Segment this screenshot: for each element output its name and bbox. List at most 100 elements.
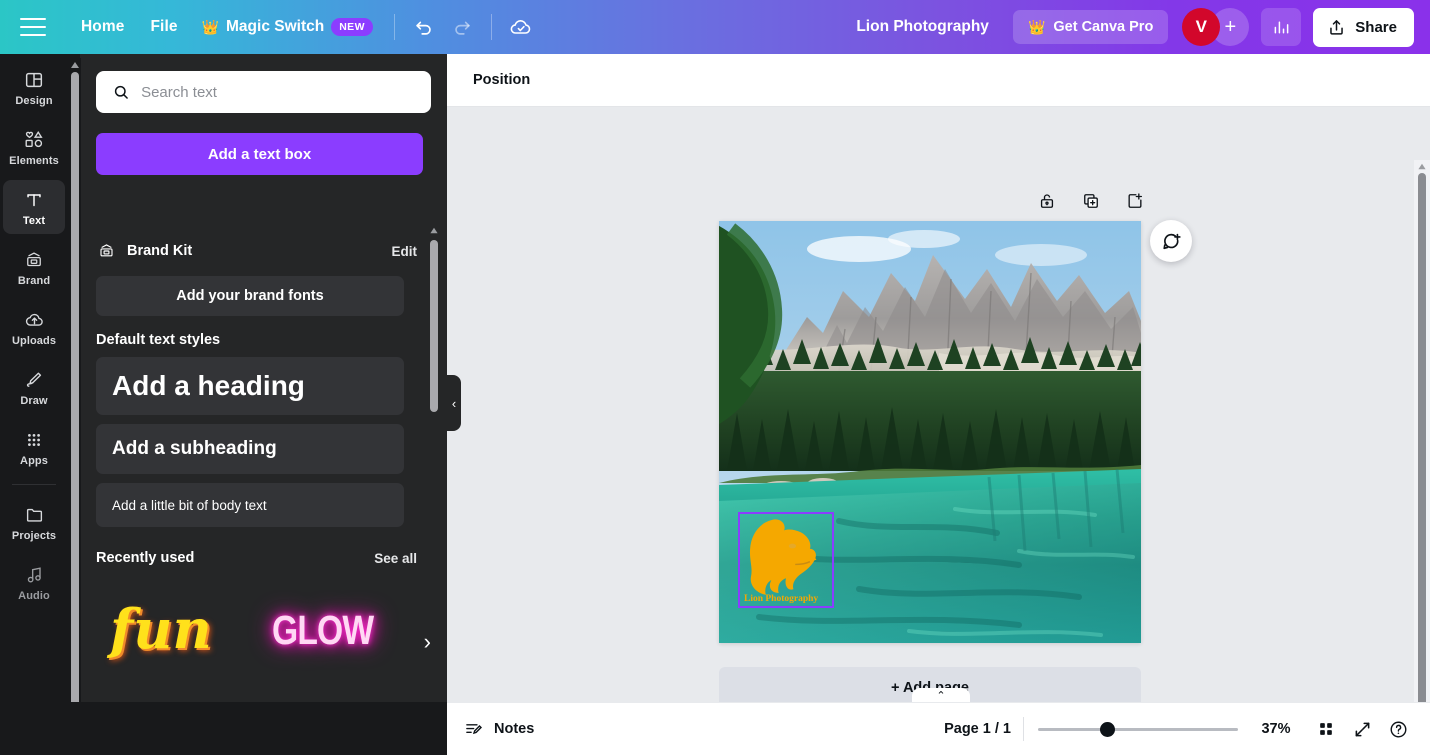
apps-grid-icon	[28, 434, 40, 446]
document-title[interactable]: Lion Photography	[844, 11, 1001, 43]
brand-kit-header: Brand Kit Edit	[80, 234, 447, 268]
analytics-bars-icon[interactable]	[1261, 8, 1302, 46]
zoom-slider-track	[1038, 728, 1238, 731]
add-page-icon[interactable]	[1121, 187, 1149, 215]
editor-area: Position Lion Photography +	[447, 54, 1430, 755]
sidebar-item-label: Uploads	[11, 335, 57, 347]
editor-vertical-scrollbar[interactable]	[1414, 160, 1430, 755]
panel-collapse-handle[interactable]: ‹	[447, 375, 461, 431]
brand-kit-icon	[100, 244, 113, 257]
redo-icon[interactable]	[443, 8, 481, 46]
elements-shapes-icon	[25, 131, 43, 148]
duplicate-page-icon[interactable]	[1077, 187, 1105, 215]
lion-head-icon	[749, 519, 817, 595]
recently-used-title: Recently used	[96, 550, 195, 566]
sidebar-item-brand[interactable]: Brand	[3, 240, 65, 294]
recent-text-glow[interactable]: GLOW	[272, 607, 374, 654]
style-add-body-text[interactable]: Add a little bit of body text	[96, 483, 404, 527]
editor-scroll-thumb[interactable]	[1418, 173, 1426, 736]
search-icon	[114, 85, 128, 99]
menu-file[interactable]: File	[137, 11, 190, 43]
menu-magic-switch[interactable]: 👑 Magic Switch NEW	[191, 11, 384, 43]
editor-toolbar: Position	[447, 54, 1430, 107]
get-canva-pro-button[interactable]: 👑 Get Canva Pro	[1012, 10, 1169, 44]
sidebar-item-apps[interactable]: Apps	[3, 420, 65, 474]
sidebar-item-label: Audio	[18, 590, 50, 602]
menu-home[interactable]: Home	[68, 11, 137, 43]
grid-view-icon[interactable]	[1308, 711, 1344, 747]
search-wrapper	[80, 54, 447, 113]
search-input[interactable]	[141, 83, 415, 101]
sidebar-item-design[interactable]: Design	[3, 60, 65, 114]
fullscreen-expand-icon[interactable]	[1344, 711, 1380, 747]
avatar[interactable]: V	[1182, 8, 1221, 46]
crown-icon: 👑	[1027, 19, 1046, 35]
design-layout-icon	[25, 72, 43, 88]
scroll-up-arrow-icon[interactable]	[429, 226, 439, 235]
crown-icon: 👑	[201, 19, 220, 35]
sidebar-item-uploads[interactable]: Uploads	[3, 300, 65, 354]
rail-scrollbar[interactable]	[69, 58, 81, 755]
page-count: Page 1 / 1	[944, 721, 1011, 737]
scroll-up-arrow-icon[interactable]	[70, 60, 80, 70]
style-add-heading[interactable]: Add a heading	[96, 357, 404, 415]
panel-scrollbar[interactable]	[429, 224, 439, 755]
unlock-icon[interactable]	[1033, 187, 1061, 215]
recently-used-row: fun GLOW ›	[80, 587, 447, 705]
notes-button[interactable]: Notes	[464, 719, 534, 739]
panel-scroll-area: Brand Kit Edit Add your brand fonts Defa…	[80, 230, 447, 755]
sidebar-item-projects[interactable]: Projects	[3, 495, 65, 549]
position-button[interactable]: Position	[463, 64, 540, 96]
sidebar-item-elements[interactable]: Elements	[3, 120, 65, 174]
brand-kit-edit-link[interactable]: Edit	[392, 244, 418, 259]
scroll-up-arrow-icon[interactable]	[1417, 162, 1427, 171]
cloud-saved-icon[interactable]	[502, 8, 540, 46]
rail-divider	[12, 484, 56, 485]
help-question-icon[interactable]	[1380, 711, 1416, 747]
zoom-value: 37%	[1261, 721, 1291, 737]
sidebar-item-label: Brand	[17, 275, 51, 287]
text-panel: Add a text box Brand Kit Edit Add your b…	[80, 54, 447, 755]
logo-selection-box[interactable]: Lion Photography	[738, 512, 834, 608]
recently-used-see-all[interactable]: See all	[374, 551, 417, 566]
draw-pen-icon	[26, 372, 42, 387]
notes-pencil-icon	[466, 724, 483, 735]
notes-label: Notes	[494, 721, 535, 737]
sidebar-item-text[interactable]: Text	[3, 180, 65, 234]
top-bar: Home File 👑 Magic Switch NEW Lion Photog…	[0, 0, 1430, 54]
divider	[393, 14, 395, 40]
add-brand-fonts-button[interactable]: Add your brand fonts	[96, 276, 404, 316]
notes-collapse-notch[interactable]: ⌃	[912, 688, 970, 702]
bottom-bar: Notes Page 1 / 1 37%	[447, 702, 1430, 755]
sidebar-item-draw[interactable]: Draw	[3, 360, 65, 414]
sidebar-item-label: Elements	[9, 155, 59, 167]
rail-scroll-thumb[interactable]	[70, 72, 79, 720]
text-t-icon	[27, 194, 41, 207]
sidebar-item-audio[interactable]: Audio	[3, 555, 65, 609]
share-label: Share	[1355, 18, 1397, 36]
pro-label: Get Canva Pro	[1053, 19, 1154, 35]
chevron-left-icon: ‹	[451, 395, 457, 411]
left-rail: Design Elements Text Brand Uploads Draw …	[0, 54, 68, 755]
sidebar-item-label: Text	[22, 215, 46, 227]
magic-switch-label: Magic Switch	[226, 18, 325, 35]
comment-add-icon[interactable]	[1150, 220, 1192, 262]
page-tools	[1033, 187, 1149, 215]
undo-icon[interactable]	[405, 8, 443, 46]
canvas-area: Lion Photography + Add page	[447, 107, 1430, 755]
panel-scroll-thumb[interactable]	[430, 240, 438, 412]
audio-note-icon	[27, 567, 41, 583]
style-add-subheading[interactable]: Add a subheading	[96, 424, 404, 474]
sidebar-item-label: Projects	[11, 530, 57, 542]
zoom-slider[interactable]	[1038, 721, 1238, 737]
new-badge: NEW	[331, 18, 373, 36]
chevron-up-icon: ⌃	[936, 689, 946, 702]
add-text-box-button[interactable]: Add a text box	[96, 133, 423, 175]
zoom-slider-knob[interactable]	[1100, 722, 1115, 737]
search-box[interactable]	[96, 71, 431, 113]
recent-text-fun[interactable]: fun	[110, 597, 212, 661]
hamburger-icon[interactable]	[20, 18, 46, 36]
share-button[interactable]: Share	[1313, 7, 1414, 47]
sidebar-item-label: Design	[15, 95, 53, 107]
design-page[interactable]: Lion Photography	[719, 221, 1141, 643]
